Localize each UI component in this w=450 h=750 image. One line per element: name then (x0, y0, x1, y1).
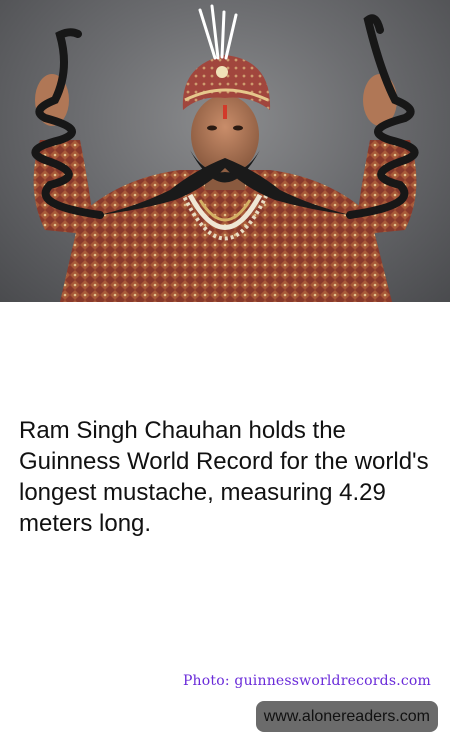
fact-text: Ram Singh Chauhan holds the Guinness Wor… (19, 417, 429, 537)
hero-photo (0, 0, 450, 302)
photo-credit: Photo: guinnessworldrecords.com (182, 673, 431, 689)
mustache-man-illustration (31, 4, 419, 302)
site-watermark: www.alonereaders.com (255, 701, 438, 732)
